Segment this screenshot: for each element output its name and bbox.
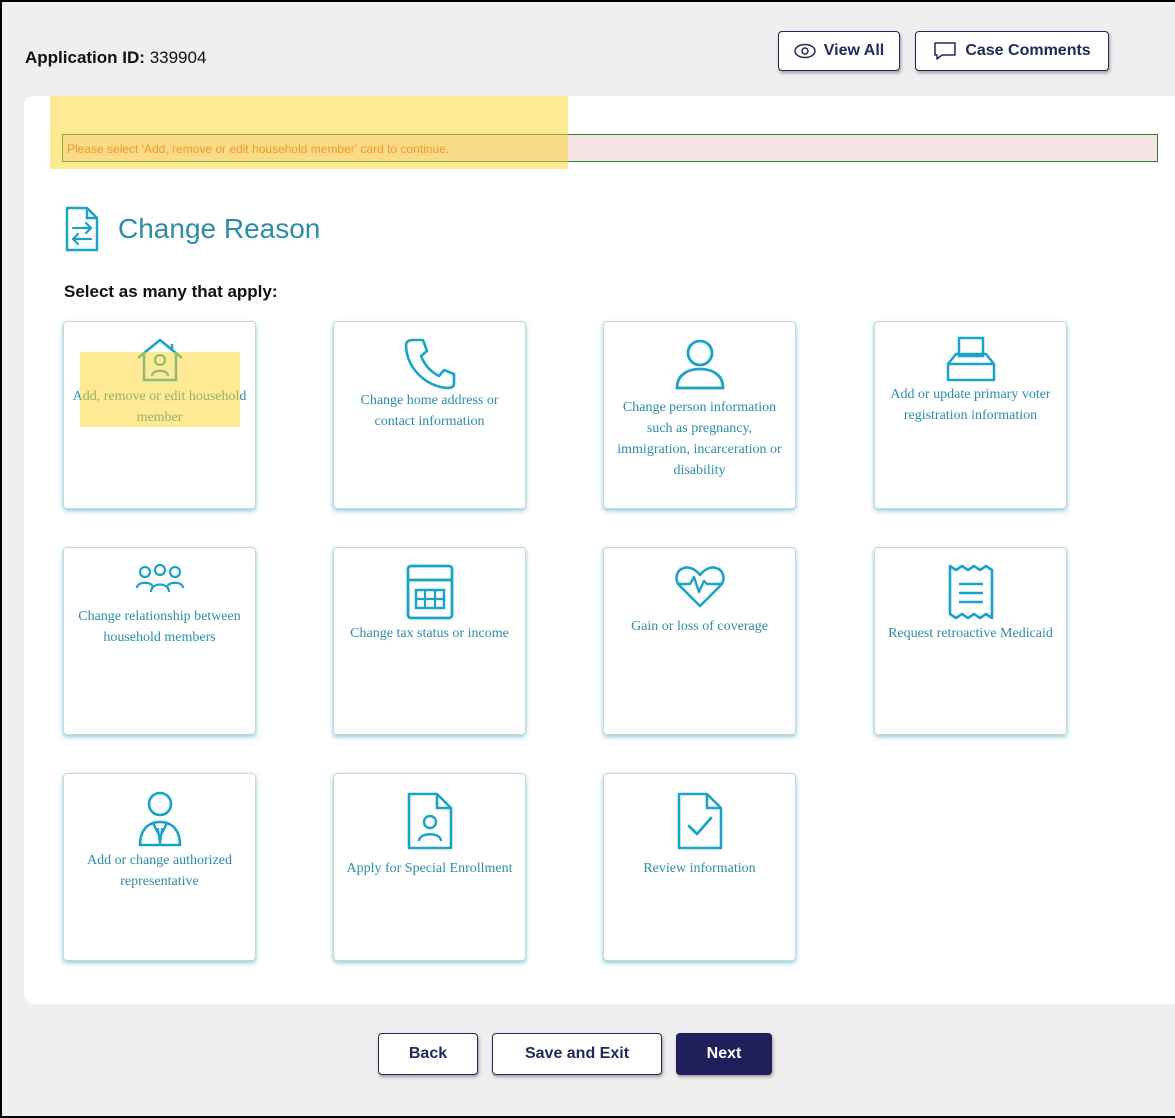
card-label: Change person information such as pregna… xyxy=(617,400,782,478)
card-label: Request retroactive Medicaid xyxy=(888,626,1053,641)
document-check-icon xyxy=(677,792,722,850)
card-person-information[interactable]: Change person information such as pregna… xyxy=(603,321,796,509)
view-all-label: View All xyxy=(823,42,885,59)
case-comments-label: Case Comments xyxy=(965,42,1091,59)
document-exchange-icon xyxy=(65,206,99,252)
heart-pulse-icon xyxy=(674,566,725,608)
application-id: Application ID: 339904 xyxy=(25,48,206,68)
calculator-icon xyxy=(406,564,453,620)
card-label: Apply for Special Enrollment xyxy=(346,861,513,876)
highlight-overlay-card xyxy=(80,352,240,427)
document-person-icon xyxy=(407,792,452,850)
ballot-box-icon xyxy=(946,336,995,382)
card-label: Change tax status or income xyxy=(350,626,509,641)
card-authorized-representative[interactable]: Add or change authorized representative xyxy=(63,773,256,961)
page-title: Change Reason xyxy=(118,213,321,244)
card-special-enrollment[interactable]: Apply for Special Enrollment xyxy=(333,773,526,961)
phone-icon xyxy=(404,338,455,390)
case-comments-button[interactable]: Case Comments xyxy=(915,31,1109,71)
next-button[interactable]: Next xyxy=(676,1033,772,1075)
eye-icon xyxy=(794,43,816,59)
card-home-address[interactable]: Change home address or contact informati… xyxy=(333,321,526,509)
application-id-label: Application ID: xyxy=(25,48,145,67)
view-all-button[interactable]: View All xyxy=(778,31,900,71)
card-review-information[interactable]: Review information xyxy=(603,773,796,961)
receipt-icon xyxy=(948,564,993,620)
highlight-overlay-alert xyxy=(50,96,568,169)
card-label: Change home address or contact informati… xyxy=(360,393,499,429)
card-label: Review information xyxy=(643,861,756,876)
instruction-text: Select as many that apply: xyxy=(64,282,278,301)
representative-icon xyxy=(138,791,181,847)
card-tax-status[interactable]: Change tax status or income xyxy=(333,547,526,735)
card-relationship[interactable]: Change relationship between household me… xyxy=(63,547,256,735)
card-label: Add or change authorized representative xyxy=(87,853,232,889)
back-button[interactable]: Back xyxy=(378,1033,478,1075)
save-and-exit-button[interactable]: Save and Exit xyxy=(492,1033,662,1075)
card-label: Change relationship between household me… xyxy=(78,609,241,645)
comment-icon xyxy=(934,42,957,60)
person-icon xyxy=(675,339,724,390)
card-label: Gain or loss of coverage xyxy=(631,619,768,634)
application-id-value: 339904 xyxy=(149,48,207,67)
card-coverage[interactable]: Gain or loss of coverage xyxy=(603,547,796,735)
card-voter-registration[interactable]: Add or update primary voter registration… xyxy=(874,321,1067,509)
group-icon xyxy=(135,563,184,593)
card-retroactive-medicaid[interactable]: Request retroactive Medicaid xyxy=(874,547,1067,735)
card-label: Add or update primary voter registration… xyxy=(890,387,1051,423)
page-header: Change Reason xyxy=(64,205,320,253)
